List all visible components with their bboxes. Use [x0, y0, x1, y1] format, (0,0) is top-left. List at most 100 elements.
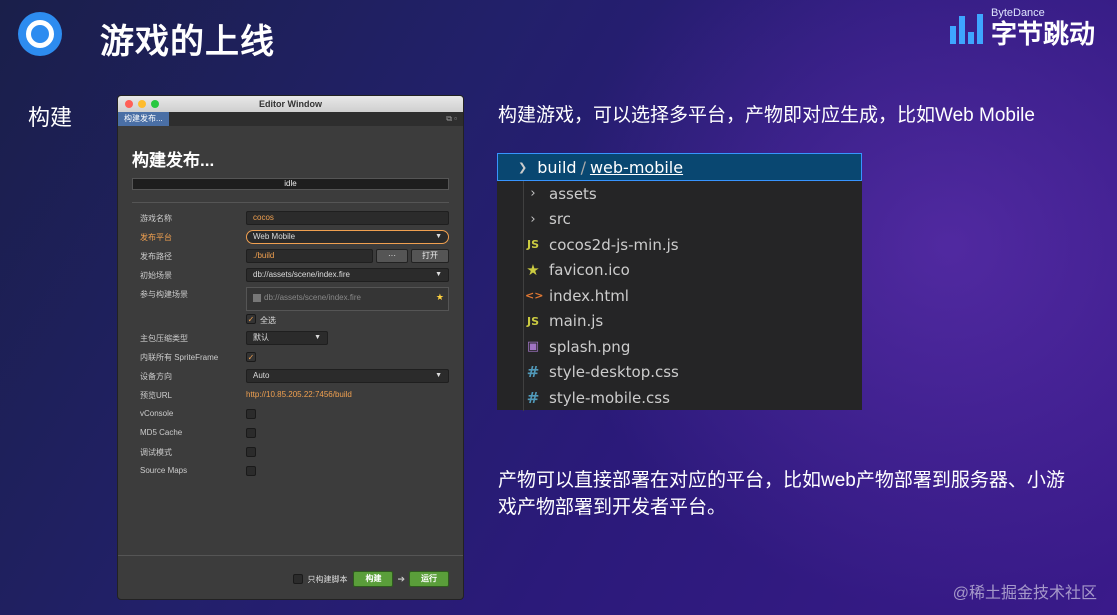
build-path-input[interactable]: ./build: [246, 249, 373, 263]
js-file-icon: JS: [526, 238, 539, 252]
bytedance-logo: ByteDance 字节跳动: [949, 8, 1095, 49]
tree-root-row[interactable]: ❯ build / web-mobile: [497, 153, 862, 181]
star-file-icon: ★: [526, 261, 540, 280]
build-script-only-checkbox[interactable]: [293, 574, 304, 584]
build-button[interactable]: 构建: [353, 571, 394, 587]
css-file-icon: #: [526, 363, 540, 382]
game-name-label: 游戏名称: [140, 214, 172, 223]
file-tree-item[interactable]: JS main.js: [497, 308, 862, 334]
file-tree-item-label: style-desktop.css: [549, 363, 679, 382]
platform-select[interactable]: Web Mobile ▼: [246, 230, 449, 244]
file-tree-item[interactable]: › src: [497, 206, 862, 232]
slide-title: 游戏的上线: [100, 23, 275, 61]
debug-mode-label: 调试模式: [140, 448, 172, 457]
file-tree-item-label: main.js: [549, 312, 604, 331]
included-scenes-label: 参与构建场景: [140, 290, 188, 299]
browse-path-button[interactable]: ···: [376, 249, 408, 263]
md5-cache-checkbox[interactable]: [246, 428, 256, 438]
app-logo-icon: [18, 12, 62, 56]
file-tree-item[interactable]: # style-desktop.css: [497, 359, 862, 385]
indent-guide: [523, 181, 524, 207]
window-titlebar[interactable]: Editor Window: [118, 96, 463, 112]
debug-mode-checkbox[interactable]: [246, 447, 256, 457]
preview-url-link[interactable]: http://10.85.205.22:7456/build: [246, 390, 352, 399]
folder-chevron-icon: ›: [530, 211, 536, 227]
maximize-window-button[interactable]: [151, 100, 159, 108]
file-tree-item-label: src: [549, 210, 571, 229]
editor-window: Editor Window 构建发布... ⧉ ▫ 构建发布... idle 游…: [117, 95, 464, 600]
build-script-only-label: 只构建脚本: [307, 574, 348, 584]
source-maps-label: Source Maps: [140, 466, 188, 475]
platform-label: 发布平台: [140, 233, 172, 242]
build-section-label: 构建: [28, 105, 73, 130]
indent-guide: [523, 385, 524, 411]
chevron-down-icon: ❯: [518, 160, 528, 174]
window-title: Editor Window: [259, 99, 322, 109]
vconsole-label: vConsole: [140, 409, 174, 418]
indent-guide: [523, 232, 524, 258]
file-tree-item[interactable]: ★ favicon.ico: [497, 257, 862, 283]
file-tree-item-label: style-mobile.css: [549, 388, 670, 407]
select-all-label: 全选: [260, 316, 276, 325]
file-explorer: ❯ build / web-mobile › assets › src JS cocos2…: [497, 153, 862, 411]
file-tree-item[interactable]: JS cocos2d-js-min.js: [497, 232, 862, 258]
start-scene-star-icon: ★: [435, 292, 444, 302]
file-tree-item-label: assets: [549, 184, 597, 203]
scene-checkbox[interactable]: [253, 293, 261, 302]
build-status-bar: idle: [132, 178, 449, 190]
minimize-window-button[interactable]: [138, 100, 146, 108]
tree-leaf-folder: web-mobile: [589, 157, 684, 177]
start-scene-select[interactable]: db://assets/scene/index.fire ▼: [246, 268, 449, 282]
file-tree-item-label: index.html: [549, 286, 629, 305]
file-tree-item-label: favicon.ico: [549, 261, 630, 280]
file-tree-item-label: cocos2d-js-min.js: [549, 235, 679, 254]
caret-down-icon: ▼: [435, 233, 442, 240]
image-file-icon: ▣: [526, 339, 540, 355]
compression-label: 主包压缩类型: [140, 334, 188, 343]
brand-big-text: 字节跳动: [990, 19, 1095, 49]
arrow-right-icon: ➔: [397, 573, 405, 584]
close-window-button[interactable]: [125, 100, 133, 108]
caret-down-icon: ▼: [435, 271, 442, 278]
compression-select[interactable]: 默认 ▼: [246, 331, 328, 345]
html-file-icon: <>: [525, 289, 544, 303]
tab-menu-icon[interactable]: ⧉ ▫: [446, 114, 457, 124]
indent-guide: [523, 308, 524, 334]
divider: [132, 202, 449, 203]
file-tree-item[interactable]: › assets: [497, 181, 862, 207]
tab-bar: 构建发布... ⧉ ▫: [118, 112, 463, 126]
indent-guide: [523, 283, 524, 309]
file-tree-item[interactable]: ▣ splash.png: [497, 334, 862, 360]
indent-guide: [523, 334, 524, 360]
indent-guide: [523, 206, 524, 232]
editor-footer: 只构建脚本 构建 ➔ 运行: [118, 555, 463, 599]
indent-guide: [523, 359, 524, 385]
caret-down-icon: ▼: [314, 334, 321, 341]
css-file-icon: #: [526, 388, 540, 407]
caret-down-icon: ▼: [435, 372, 442, 379]
compression-value: 默认: [253, 333, 269, 342]
indent-guide: [523, 257, 524, 283]
file-tree-item-label: splash.png: [549, 337, 631, 356]
tab-build-publish[interactable]: 构建发布...: [118, 112, 169, 126]
run-button[interactable]: 运行: [409, 571, 449, 587]
build-path-label: 发布路径: [140, 252, 172, 261]
inline-spriteframe-checkbox[interactable]: ✓: [246, 352, 256, 362]
orientation-label: 设备方向: [140, 372, 172, 381]
start-scene-value: db://assets/scene/index.fire: [253, 270, 350, 279]
file-tree-item[interactable]: <> index.html: [497, 283, 862, 309]
js-file-icon: JS: [526, 314, 539, 328]
orientation-select[interactable]: Auto ▼: [246, 369, 449, 383]
file-tree-item[interactable]: # style-mobile.css: [497, 385, 862, 411]
open-path-button[interactable]: 打开: [411, 249, 449, 263]
game-name-input[interactable]: cocos: [246, 211, 449, 225]
path-separator: /: [580, 157, 586, 177]
preview-url-label: 预览URL: [140, 391, 173, 400]
scene-item-path: db://assets/scene/index.fire: [264, 293, 361, 302]
vconsole-checkbox[interactable]: [246, 409, 256, 419]
included-scenes-list[interactable]: db://assets/scene/index.fire ★: [246, 287, 449, 311]
deploy-description: 产物可以直接部署在对应的平台，比如web产物部署到服务器、小游戏产物部署到开发者…: [498, 470, 1065, 518]
select-all-checkbox[interactable]: ✓: [246, 314, 256, 324]
tree-root-folder: build: [537, 157, 577, 177]
source-maps-checkbox[interactable]: [246, 466, 256, 476]
